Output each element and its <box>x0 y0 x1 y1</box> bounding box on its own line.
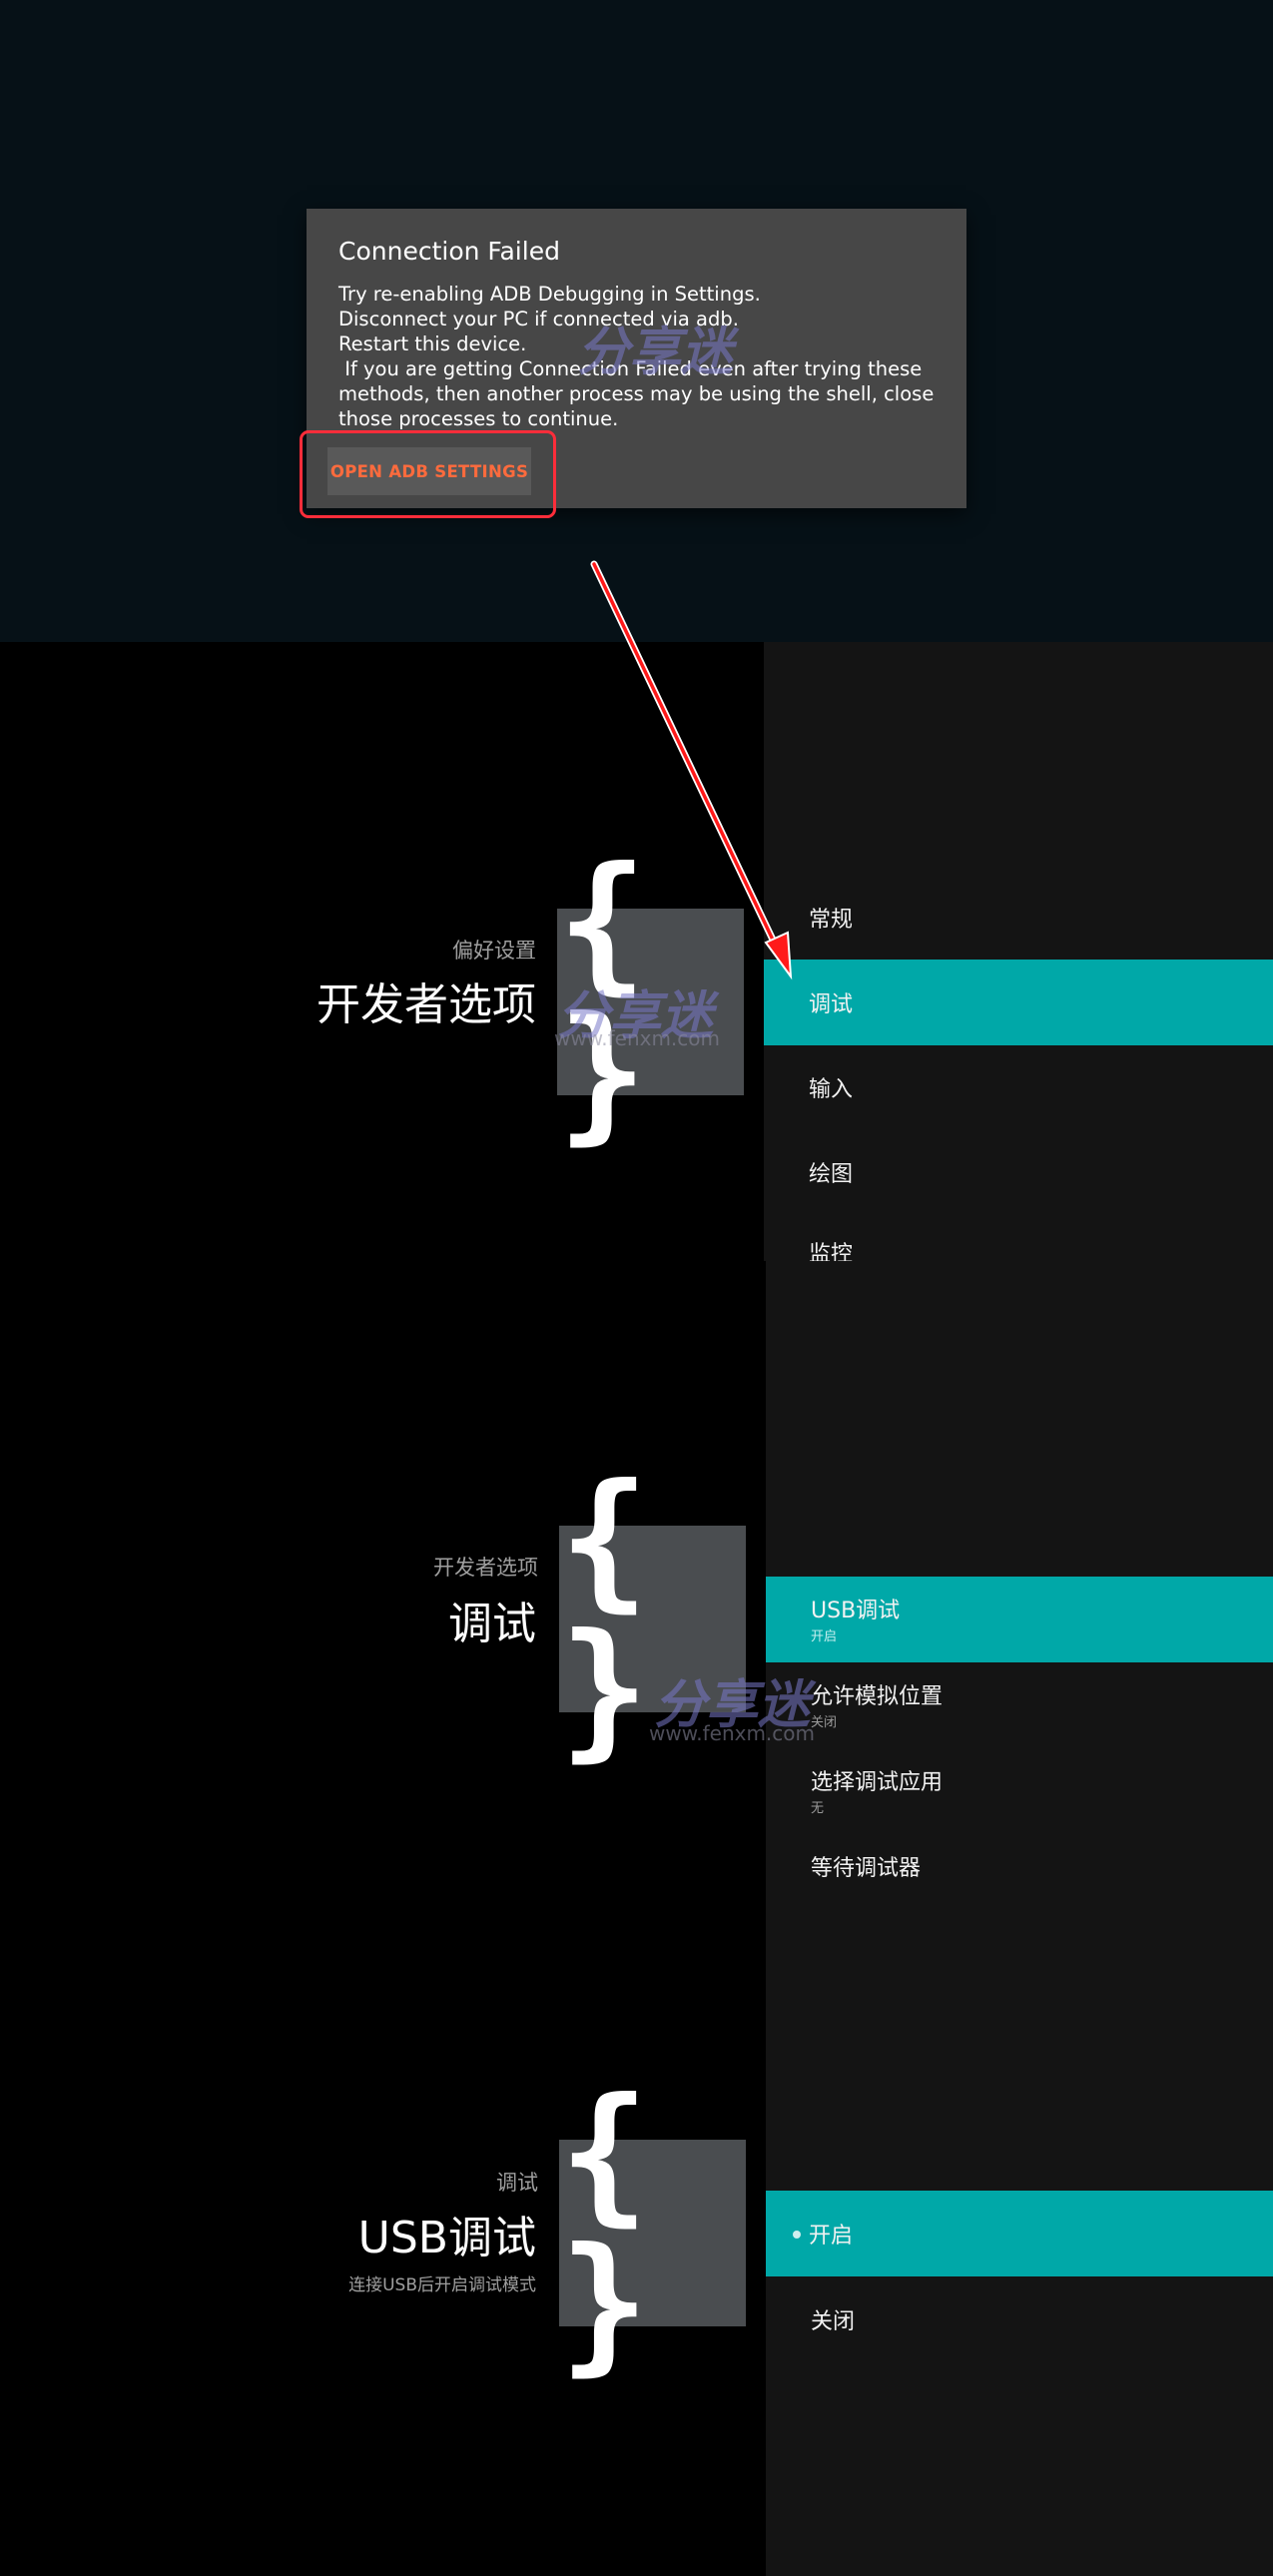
dialog-title: Connection Failed <box>338 237 560 266</box>
breadcrumb: 开发者选项 <box>433 1556 538 1580</box>
button-highlight-box <box>300 430 556 518</box>
option-label: 开启 <box>793 2218 853 2250</box>
debug-menu-panel: USB调试 开启 允许模拟位置 关闭 选择调试应用 无 等待调试器 <box>766 1261 1273 1880</box>
menu-item-label: 允许模拟位置 <box>811 1684 944 1709</box>
watermark-url: www.fenxm.com <box>649 1721 816 1745</box>
menu-item-monitoring[interactable]: 监控 <box>764 1214 1273 1261</box>
option-on[interactable]: 开启 <box>766 2191 1273 2276</box>
menu-item-label: 监控 <box>809 1242 854 1261</box>
page-title: USB调试 <box>357 2213 536 2263</box>
settings-menu-panel: 常规 调试 输入 绘图 监控 <box>764 642 1273 1261</box>
watermark: 分享迷 <box>577 322 734 382</box>
menu-item-input[interactable]: 输入 <box>764 1044 1273 1130</box>
menu-item-label: 绘图 <box>809 1162 854 1187</box>
selected-radio-dot-icon <box>793 2231 801 2239</box>
dialog-line: those processes to continue. <box>338 407 619 430</box>
menu-item-label: 选择调试应用 <box>811 1770 944 1795</box>
menu-item-label: 调试 <box>809 992 854 1017</box>
dialog-line: Try re-enabling ADB Debugging in Setting… <box>338 283 761 306</box>
menu-item-drawing[interactable]: 绘图 <box>764 1129 1273 1215</box>
menu-item-general[interactable]: 常规 <box>764 875 1273 961</box>
menu-item-select-debug-app[interactable]: 选择调试应用 无 <box>766 1748 1273 1834</box>
dialog-line: methods, then another process may be usi… <box>338 382 935 405</box>
breadcrumb: 偏好设置 <box>452 939 536 963</box>
usb-debug-icon: { } <box>559 2079 746 2378</box>
menu-item-label: 等待调试器 <box>811 1856 922 1880</box>
menu-item-value: 开启 <box>811 1629 838 1644</box>
menu-item-value: 无 <box>811 1801 825 1816</box>
page-title: 开发者选项 <box>317 979 536 1030</box>
menu-item-usb-debugging[interactable]: USB调试 开启 <box>766 1577 1273 1662</box>
usb-debug-options-panel: 开启 关闭 <box>766 1880 1273 2576</box>
menu-item-wait-for-debugger[interactable]: 等待调试器 <box>766 1834 1273 1880</box>
menu-item-label: 输入 <box>809 1077 854 1102</box>
page-title: 调试 <box>448 1599 536 1649</box>
menu-item-label: USB调试 <box>811 1599 901 1623</box>
menu-item-label: 常规 <box>809 908 854 933</box>
option-off[interactable]: 关闭 <box>766 2276 1273 2362</box>
option-label: 关闭 <box>811 2309 856 2334</box>
watermark-url: www.fenxm.com <box>554 1026 721 1050</box>
menu-item-debug[interactable]: 调试 <box>764 960 1273 1045</box>
page-description: 连接USB后开启调试模式 <box>348 2275 536 2295</box>
breadcrumb: 调试 <box>496 2171 538 2195</box>
menu-item-mock-location[interactable]: 允许模拟位置 关闭 <box>766 1662 1273 1748</box>
